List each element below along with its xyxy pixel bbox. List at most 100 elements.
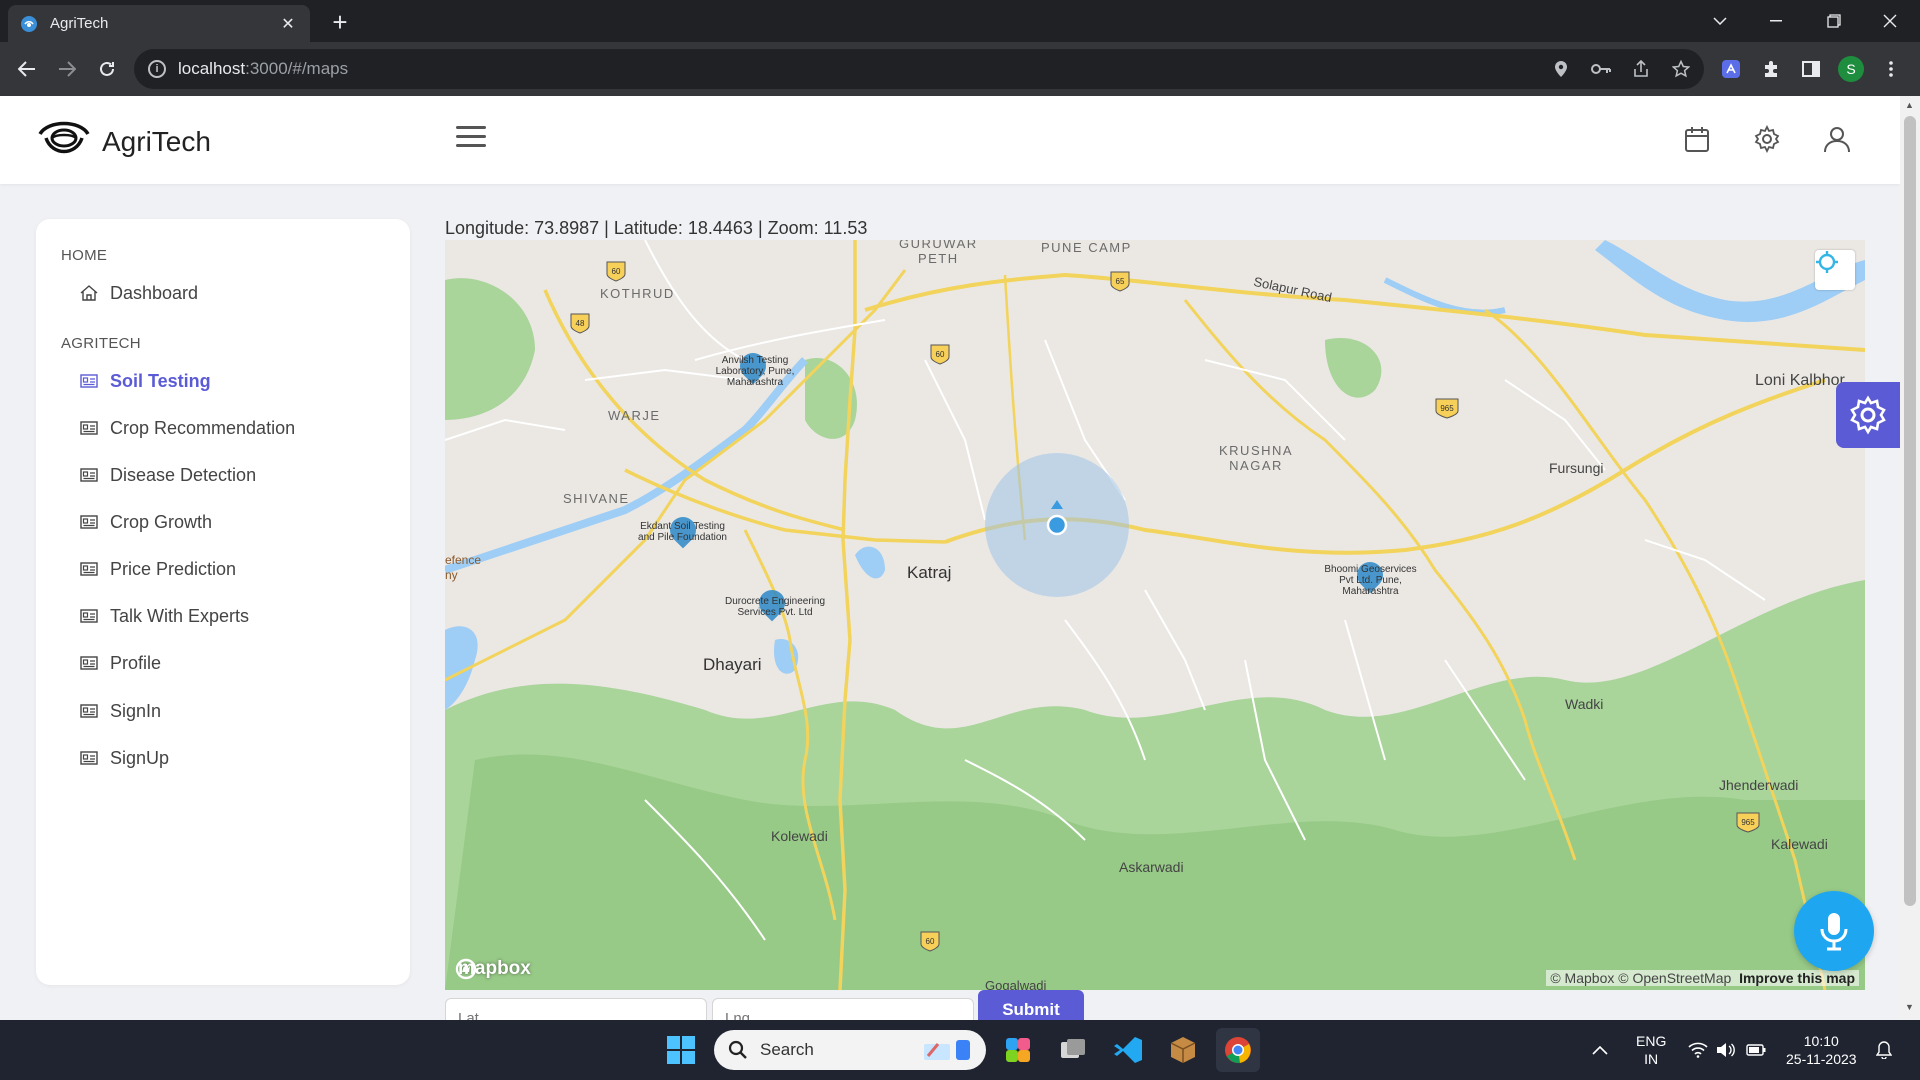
- copilot-icon[interactable]: [998, 1028, 1042, 1072]
- attribution-osm-link[interactable]: © OpenStreetMap: [1618, 970, 1731, 986]
- improve-map-link[interactable]: Improve this map: [1739, 970, 1855, 986]
- scrollbar-thumb[interactable]: [1904, 116, 1916, 906]
- scroll-down-arrow-icon[interactable]: ▼: [1905, 1002, 1914, 1012]
- sidebar-item-signup[interactable]: SignUp: [80, 742, 169, 774]
- sidebar-item-soil-testing[interactable]: Soil Testing: [80, 365, 211, 397]
- soil-lab-marker-label: Bhoomi Geoservices Pvt Ltd. Pune, Mahara…: [1324, 564, 1417, 597]
- map-label-jhenderwadi: Jhenderwadi: [1719, 777, 1799, 793]
- sidebar-item-dashboard[interactable]: Dashboard: [80, 277, 198, 309]
- sidebar-item-label: Soil Testing: [110, 370, 211, 391]
- scroll-up-arrow-icon[interactable]: ▲: [1905, 100, 1914, 110]
- theme-settings-button[interactable]: [1836, 382, 1900, 448]
- id-card-icon: [80, 374, 98, 388]
- sidebar-item-crop-recommendation[interactable]: Crop Recommendation: [80, 412, 295, 444]
- bookmark-star-icon[interactable]: [1670, 58, 1692, 80]
- soil-lab-marker-label: Ekdant Soil Testing and Pile Foundation: [638, 521, 727, 543]
- sidebar-item-price-prediction[interactable]: Price Prediction: [80, 553, 236, 585]
- tab-search-chevron-icon[interactable]: [1692, 0, 1748, 42]
- voice-assistant-button[interactable]: [1794, 891, 1874, 971]
- more-menu-icon[interactable]: [1876, 54, 1906, 84]
- sidebar-item-crop-growth[interactable]: Crop Growth: [80, 506, 212, 538]
- volume-icon[interactable]: [1716, 1020, 1736, 1080]
- mapbox-logo[interactable]: mapbox: [455, 958, 531, 980]
- brand[interactable]: AgriTech: [36, 116, 211, 167]
- user-icon[interactable]: [1820, 122, 1854, 156]
- brand-name: AgriTech: [102, 125, 211, 157]
- page-scrollbar[interactable]: ▲ ▼: [1900, 96, 1920, 1020]
- sidebar-item-profile[interactable]: Profile: [80, 647, 161, 679]
- id-card-icon: [80, 562, 98, 576]
- geolocate-button[interactable]: [1815, 250, 1855, 290]
- wifi-icon[interactable]: [1688, 1020, 1708, 1080]
- forward-icon[interactable]: [52, 54, 82, 84]
- search-icon: [728, 1040, 747, 1059]
- extensions-puzzle-icon[interactable]: [1756, 54, 1786, 84]
- show-hidden-icons-chevron-icon[interactable]: [1592, 1020, 1608, 1080]
- url-path: :3000/#/maps: [245, 59, 349, 78]
- search-highlight-icon: [924, 1040, 970, 1060]
- svg-text:48: 48: [576, 319, 585, 328]
- language-indicator[interactable]: ENG IN: [1636, 1020, 1666, 1080]
- microphone-icon: [1820, 913, 1848, 951]
- reload-icon[interactable]: [92, 54, 122, 84]
- side-panel-icon[interactable]: [1796, 54, 1826, 84]
- windows-start-icon[interactable]: [659, 1028, 703, 1072]
- clock-date: 25-11-2023: [1786, 1051, 1857, 1067]
- highway-shield-icon: 60: [606, 261, 626, 282]
- battery-icon[interactable]: [1746, 1020, 1766, 1080]
- browser-tab[interactable]: AgriTech ✕: [8, 5, 310, 42]
- svg-text:60: 60: [612, 267, 621, 276]
- svg-text:965: 965: [1440, 404, 1454, 413]
- agritech-logo-icon: [36, 116, 92, 167]
- location-pin-icon[interactable]: [1550, 58, 1572, 80]
- sidebar-item-label: Crop Recommendation: [110, 417, 296, 438]
- map-attribution: © Mapbox © OpenStreetMap Improve this ma…: [1546, 970, 1859, 986]
- map-label-kothrud: KOTHRUD: [600, 286, 675, 301]
- svg-text:60: 60: [936, 350, 945, 359]
- package-app-icon[interactable]: [1161, 1028, 1205, 1072]
- profile-avatar[interactable]: S: [1836, 54, 1866, 84]
- sidebar-item-disease-detection[interactable]: Disease Detection: [80, 459, 256, 491]
- minimize-button[interactable]: [1748, 0, 1804, 42]
- map-label-defence: efence ny: [445, 553, 482, 582]
- map-label-katraj: Katraj: [907, 563, 952, 582]
- sidebar-item-label: SignIn: [110, 700, 162, 721]
- task-view-icon[interactable]: [1051, 1028, 1095, 1072]
- windows-taskbar: Search ENG IN 10:10 25-11-2023: [0, 1020, 1920, 1080]
- map-label-guruwar-peth: GURUWAR PETH: [899, 240, 978, 266]
- address-bar[interactable]: i localhost:3000/#/maps: [134, 49, 1704, 89]
- mapbox-logo-icon: [455, 958, 477, 980]
- sidebar-item-talk-with-experts[interactable]: Talk With Experts: [80, 600, 249, 632]
- map-label-loni-kalbhor: Loni Kalbhor: [1755, 372, 1845, 389]
- highway-shield-icon: 965: [1736, 812, 1760, 833]
- window-close-button[interactable]: [1862, 0, 1918, 42]
- map-label-krushna-nagar: KRUSHNA NAGAR: [1219, 443, 1294, 473]
- notification-bell-icon[interactable]: [1876, 1020, 1892, 1080]
- attribution-mapbox-link[interactable]: © Mapbox: [1550, 970, 1614, 986]
- share-icon[interactable]: [1630, 58, 1652, 80]
- highway-shield-icon: 48: [570, 313, 590, 334]
- vscode-icon[interactable]: [1106, 1028, 1150, 1072]
- restore-button[interactable]: [1806, 0, 1862, 42]
- map-label-pune-camp: PUNE CAMP: [1041, 240, 1132, 255]
- extension-icon[interactable]: [1716, 54, 1746, 84]
- new-tab-button[interactable]: +: [325, 7, 355, 38]
- taskbar-search[interactable]: Search: [714, 1030, 986, 1070]
- key-icon[interactable]: [1590, 58, 1612, 80]
- sidebar-item-signin[interactable]: SignIn: [80, 695, 161, 727]
- id-card-icon: [80, 609, 98, 623]
- id-card-icon: [80, 704, 98, 718]
- map-canvas[interactable]: 60 48 65 60 965 965 60 GURUWAR PETH PUNE…: [445, 240, 1865, 990]
- back-icon[interactable]: [12, 54, 42, 84]
- map-label-shivane: SHIVANE: [563, 491, 630, 506]
- map-label-dhayari: Dhayari: [703, 655, 762, 674]
- calendar-icon[interactable]: [1680, 122, 1714, 156]
- chrome-taskbar-icon[interactable]: [1216, 1028, 1260, 1072]
- clock[interactable]: 10:10 25-11-2023: [1786, 1020, 1857, 1080]
- site-info-icon[interactable]: i: [148, 60, 166, 78]
- settings-gear-icon[interactable]: [1750, 122, 1784, 156]
- sidebar: HOME Dashboard AGRITECH Soil Testing Cro…: [36, 219, 410, 985]
- tab-close-icon[interactable]: ✕: [278, 14, 298, 34]
- browser-tabstrip: AgriTech ✕ +: [0, 0, 1920, 42]
- hamburger-menu-icon[interactable]: [456, 126, 486, 150]
